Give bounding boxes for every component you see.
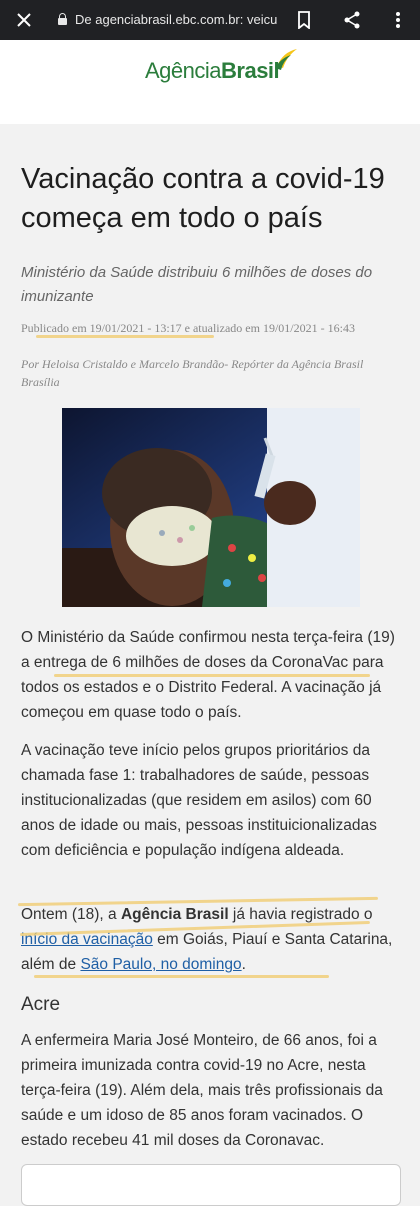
paragraph-4: A enfermeira Maria José Monteiro, de 66 … [21, 1032, 383, 1149]
bookmark-icon[interactable] [284, 0, 324, 40]
browser-toolbar: De agenciabrasil.ebc.com.br: veicul [0, 0, 420, 40]
p3-bold-agency: Agência Brasil [120, 906, 229, 923]
paragraph-3: Ontem (18), a Agência Brasil já havia re… [21, 902, 401, 977]
link-sao-paulo[interactable]: São Paulo, no domingo [80, 956, 241, 973]
logo-text-agencia: Agência [145, 58, 222, 83]
p3-text-4: . [241, 956, 246, 973]
lock-icon [58, 13, 67, 25]
section-heading: Acre [21, 994, 61, 1015]
logo-text-brasil: Brasil [221, 58, 280, 83]
p3-text-1: Ontem (18), a [21, 906, 121, 923]
more-icon[interactable] [378, 0, 418, 40]
article-subtitle: Ministério da Saúde distribuiu 6 milhões… [21, 264, 373, 305]
close-icon[interactable] [4, 0, 44, 40]
logo-swoosh-icon [275, 49, 297, 70]
share-icon[interactable] [332, 0, 372, 40]
article-byline: Por Heloisa Cristaldo e Marcelo Brandão-… [21, 357, 364, 389]
highlight-mark [36, 335, 214, 338]
paragraph-2: A vacinação teve início pelos grupos pri… [21, 742, 377, 859]
site-logo[interactable]: AgênciaBrasil [145, 49, 297, 84]
url-bar[interactable]: De agenciabrasil.ebc.com.br: veicul [58, 0, 278, 40]
article-title: Vacinação contra a covid-19 começa em to… [21, 163, 385, 234]
p3-text-2: já havia registrado o [228, 906, 373, 923]
highlight-mark [54, 674, 370, 677]
highlight-mark [34, 975, 329, 978]
url-text: De agenciabrasil.ebc.com.br: veicul [75, 12, 278, 27]
article-photo [62, 408, 360, 607]
